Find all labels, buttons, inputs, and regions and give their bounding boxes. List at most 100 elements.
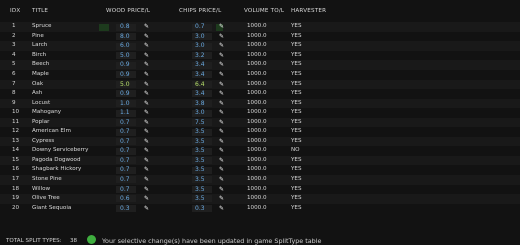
pencil-icon[interactable]: ✎ — [219, 156, 224, 166]
row-volume: 1000.0 — [247, 118, 267, 125]
pencil-icon[interactable]: ✎ — [219, 146, 224, 156]
row-idx: 9 — [12, 99, 16, 106]
pencil-icon[interactable]: ✎ — [219, 185, 224, 195]
pencil-icon[interactable]: ✎ — [144, 185, 149, 195]
pencil-icon[interactable]: ✎ — [219, 99, 224, 109]
check-circle-icon — [87, 235, 96, 244]
pencil-icon[interactable]: ✎ — [144, 146, 149, 156]
pencil-icon[interactable]: ✎ — [144, 89, 149, 99]
wood-price-value: 5.0 — [120, 51, 130, 59]
status-message: Your selective change(s) have been updat… — [102, 237, 322, 245]
table-row: 9 Locust 1.0 ✎ 3.8 ✎ 1000.0 YES — [0, 98, 520, 109]
row-harvester: YES — [291, 99, 302, 106]
pencil-icon[interactable]: ✎ — [144, 22, 149, 32]
row-harvester: YES — [291, 109, 302, 116]
pencil-icon[interactable]: ✎ — [144, 70, 149, 80]
pencil-icon[interactable]: ✎ — [144, 108, 149, 118]
row-idx: 1 — [12, 23, 16, 30]
pencil-icon[interactable]: ✎ — [219, 80, 224, 90]
chips-price-value: 3.5 — [195, 147, 205, 155]
pencil-icon[interactable]: ✎ — [219, 51, 224, 61]
wood-price-value: 0.7 — [120, 185, 130, 193]
pencil-icon[interactable]: ✎ — [144, 60, 149, 70]
pencil-icon[interactable]: ✎ — [219, 22, 224, 32]
row-idx: 20 — [12, 204, 20, 211]
chips-price-value: 3.5 — [195, 195, 205, 203]
pencil-icon[interactable]: ✎ — [144, 118, 149, 128]
row-title: Pine — [32, 32, 44, 39]
row-volume: 1000.0 — [247, 176, 267, 182]
row-idx: 19 — [12, 195, 20, 202]
pencil-icon[interactable]: ✎ — [219, 165, 224, 175]
row-idx: 10 — [12, 109, 20, 116]
wood-price-value: 0.9 — [120, 90, 130, 98]
pencil-icon[interactable]: ✎ — [219, 41, 224, 51]
pencil-icon[interactable]: ✎ — [144, 32, 149, 42]
row-title: Shagbark Hickory — [32, 166, 82, 173]
pencil-icon[interactable]: ✎ — [219, 204, 224, 214]
row-harvester: YES — [291, 185, 302, 192]
table-row: 18 Willow 0.7 ✎ 3.5 ✎ 1000.0 YES — [0, 185, 520, 195]
pencil-icon[interactable]: ✎ — [144, 165, 149, 175]
row-volume: 1000.0 — [247, 137, 267, 144]
pencil-icon[interactable]: ✎ — [219, 70, 224, 80]
wood-price-value: 6.0 — [120, 42, 130, 50]
wood-price-value: 0.7 — [120, 156, 130, 164]
pencil-icon[interactable]: ✎ — [144, 137, 149, 147]
wood-price-value: 0.7 — [120, 137, 130, 145]
row-harvester: NO — [291, 147, 300, 154]
row-harvester: YES — [291, 195, 302, 202]
table-row: 20 Giant Sequoia 0.3 ✎ 0.3 ✎ 1000.0 YES — [0, 204, 520, 214]
row-volume: 1000.0 — [247, 42, 267, 49]
row-idx: 16 — [12, 166, 20, 173]
wood-price-value: 1.0 — [120, 99, 130, 107]
table-row: 5 Beech 0.9 ✎ 3.4 ✎ 1000.0 YES — [0, 60, 520, 70]
wood-price-value: 0.7 — [120, 147, 130, 155]
row-volume: 1000.0 — [247, 109, 267, 116]
row-volume: 1000.0 — [247, 80, 267, 87]
row-title: Ash — [32, 90, 43, 97]
pencil-icon[interactable]: ✎ — [144, 175, 149, 185]
wood-price-value: 8.0 — [120, 32, 130, 40]
row-volume: 1000.0 — [247, 204, 267, 211]
pencil-icon[interactable]: ✎ — [144, 41, 149, 51]
chips-price-value: 3.5 — [195, 137, 205, 145]
pencil-icon[interactable]: ✎ — [144, 51, 149, 61]
pencil-icon[interactable]: ✎ — [144, 156, 149, 166]
row-harvester: YES — [291, 23, 302, 30]
row-harvester: YES — [291, 42, 302, 49]
pencil-icon[interactable]: ✎ — [219, 118, 224, 128]
pencil-icon[interactable]: ✎ — [219, 32, 224, 42]
row-harvester: YES — [291, 118, 302, 125]
pencil-icon[interactable]: ✎ — [219, 89, 224, 99]
table-row: 13 Cypress 0.7 ✎ 3.5 ✎ 1000.0 YES — [0, 136, 520, 147]
pencil-icon[interactable]: ✎ — [219, 175, 224, 185]
pencil-icon[interactable]: ✎ — [144, 194, 149, 204]
pencil-icon[interactable]: ✎ — [219, 60, 224, 70]
row-idx: 18 — [12, 185, 20, 192]
pencil-icon[interactable]: ✎ — [219, 137, 224, 147]
wood-price-value: 0.3 — [120, 204, 130, 212]
row-title: Locust — [32, 99, 51, 106]
header-idx: IDX — [10, 8, 21, 14]
pencil-icon[interactable]: ✎ — [219, 127, 224, 137]
row-title: Cypress — [32, 137, 55, 144]
row-title: American Elm — [32, 128, 71, 135]
row-title: Oak — [32, 80, 44, 87]
pencil-icon[interactable]: ✎ — [219, 108, 224, 118]
row-idx: 5 — [12, 61, 16, 68]
table-row: 14 Downy Serviceberry 0.7 ✎ 3.5 ✎ 1000.0 NO — [0, 146, 520, 156]
pencil-icon[interactable]: ✎ — [144, 127, 149, 137]
row-volume: 1000.0 — [247, 99, 267, 106]
status-footer: TOTAL SPLIT TYPES: 38 Your selective cha… — [0, 235, 520, 245]
table-row: 12 American Elm 0.7 ✎ 3.5 ✎ 1000.0 YES — [0, 127, 520, 137]
pencil-icon[interactable]: ✎ — [144, 80, 149, 90]
wood-price-value: 5.0 — [120, 80, 130, 88]
pencil-icon[interactable]: ✎ — [144, 204, 149, 214]
pencil-icon[interactable]: ✎ — [144, 99, 149, 109]
wood-price-value: 0.7 — [120, 166, 130, 174]
pencil-icon[interactable]: ✎ — [219, 194, 224, 204]
wood-price-value: 0.8 — [120, 23, 130, 31]
row-volume: 1000.0 — [247, 185, 267, 192]
row-harvester: YES — [291, 137, 302, 144]
